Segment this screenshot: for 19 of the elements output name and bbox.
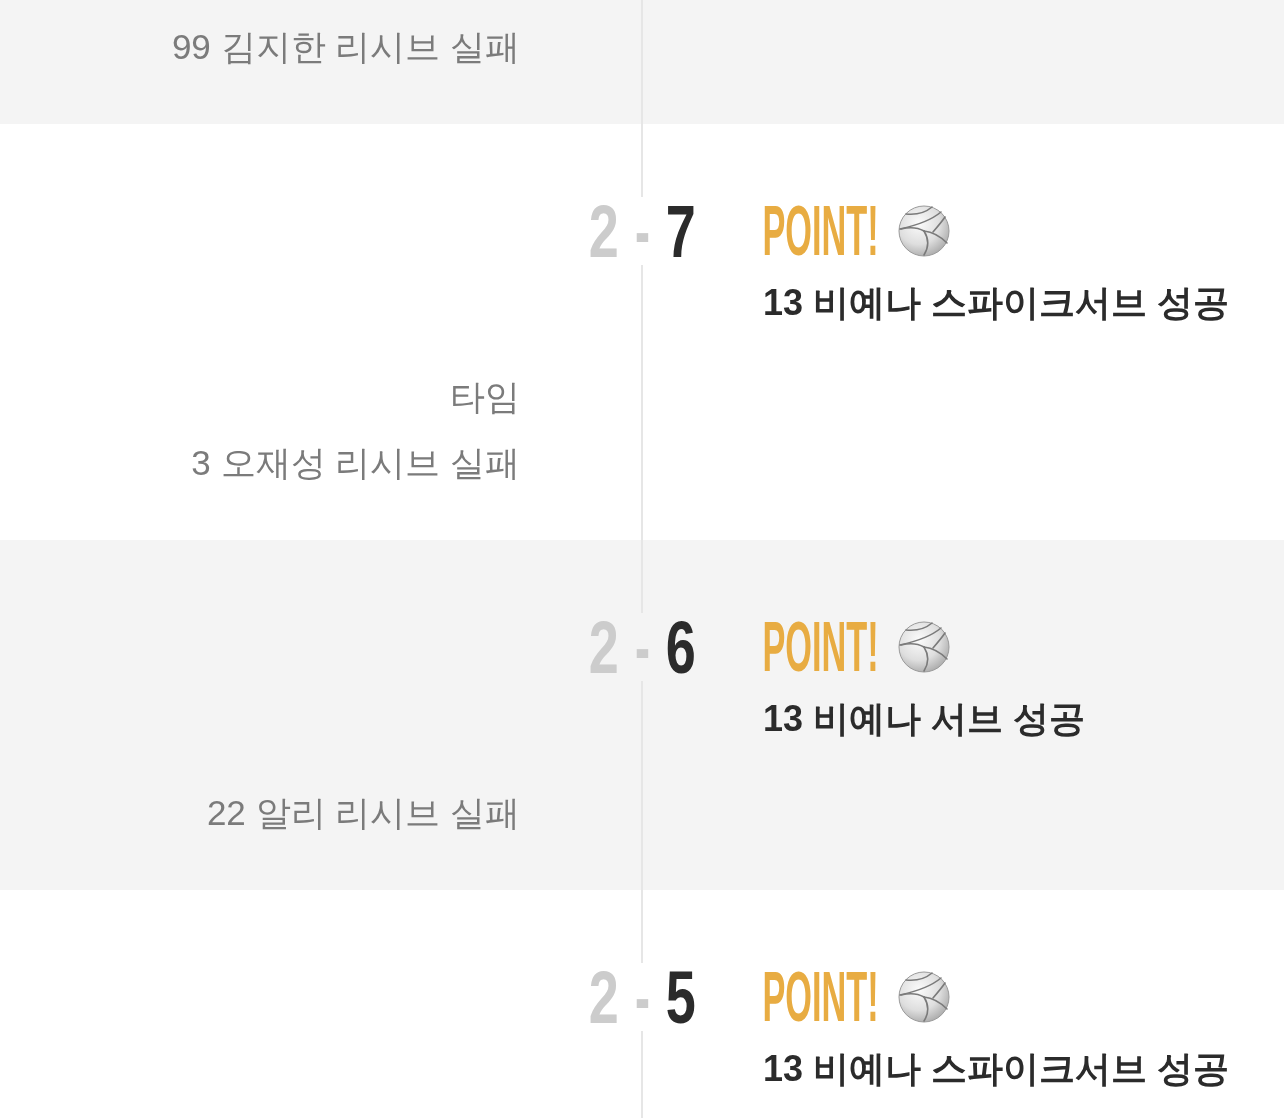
volleyball-icon bbox=[898, 971, 950, 1023]
point-label: POINT! bbox=[762, 203, 880, 259]
point-label: POINT! bbox=[762, 969, 880, 1025]
away-score: 5 bbox=[665, 967, 696, 1027]
away-score: 6 bbox=[665, 617, 696, 677]
away-score: 7 bbox=[665, 201, 696, 261]
event-text: 3 오재성 리시브 실패 bbox=[191, 442, 520, 484]
point-description: 13 비예나 서브 성공 bbox=[763, 697, 1086, 741]
score-separator: - bbox=[634, 201, 650, 261]
event-text: 22 알리 리시브 실패 bbox=[206, 792, 520, 834]
point-description: 13 비예나 스파이크서브 성공 bbox=[763, 1047, 1230, 1091]
point-label: POINT! bbox=[762, 619, 880, 675]
event-text: 99 김지한 리시브 실패 bbox=[171, 26, 520, 68]
event-text: 타임 bbox=[450, 376, 520, 418]
score-separator: - bbox=[634, 967, 650, 1027]
volleyball-icon bbox=[898, 205, 950, 257]
point-description: 13 비예나 스파이크서브 성공 bbox=[763, 281, 1230, 325]
volleyball-icon bbox=[898, 621, 950, 673]
score-separator: - bbox=[634, 617, 650, 677]
